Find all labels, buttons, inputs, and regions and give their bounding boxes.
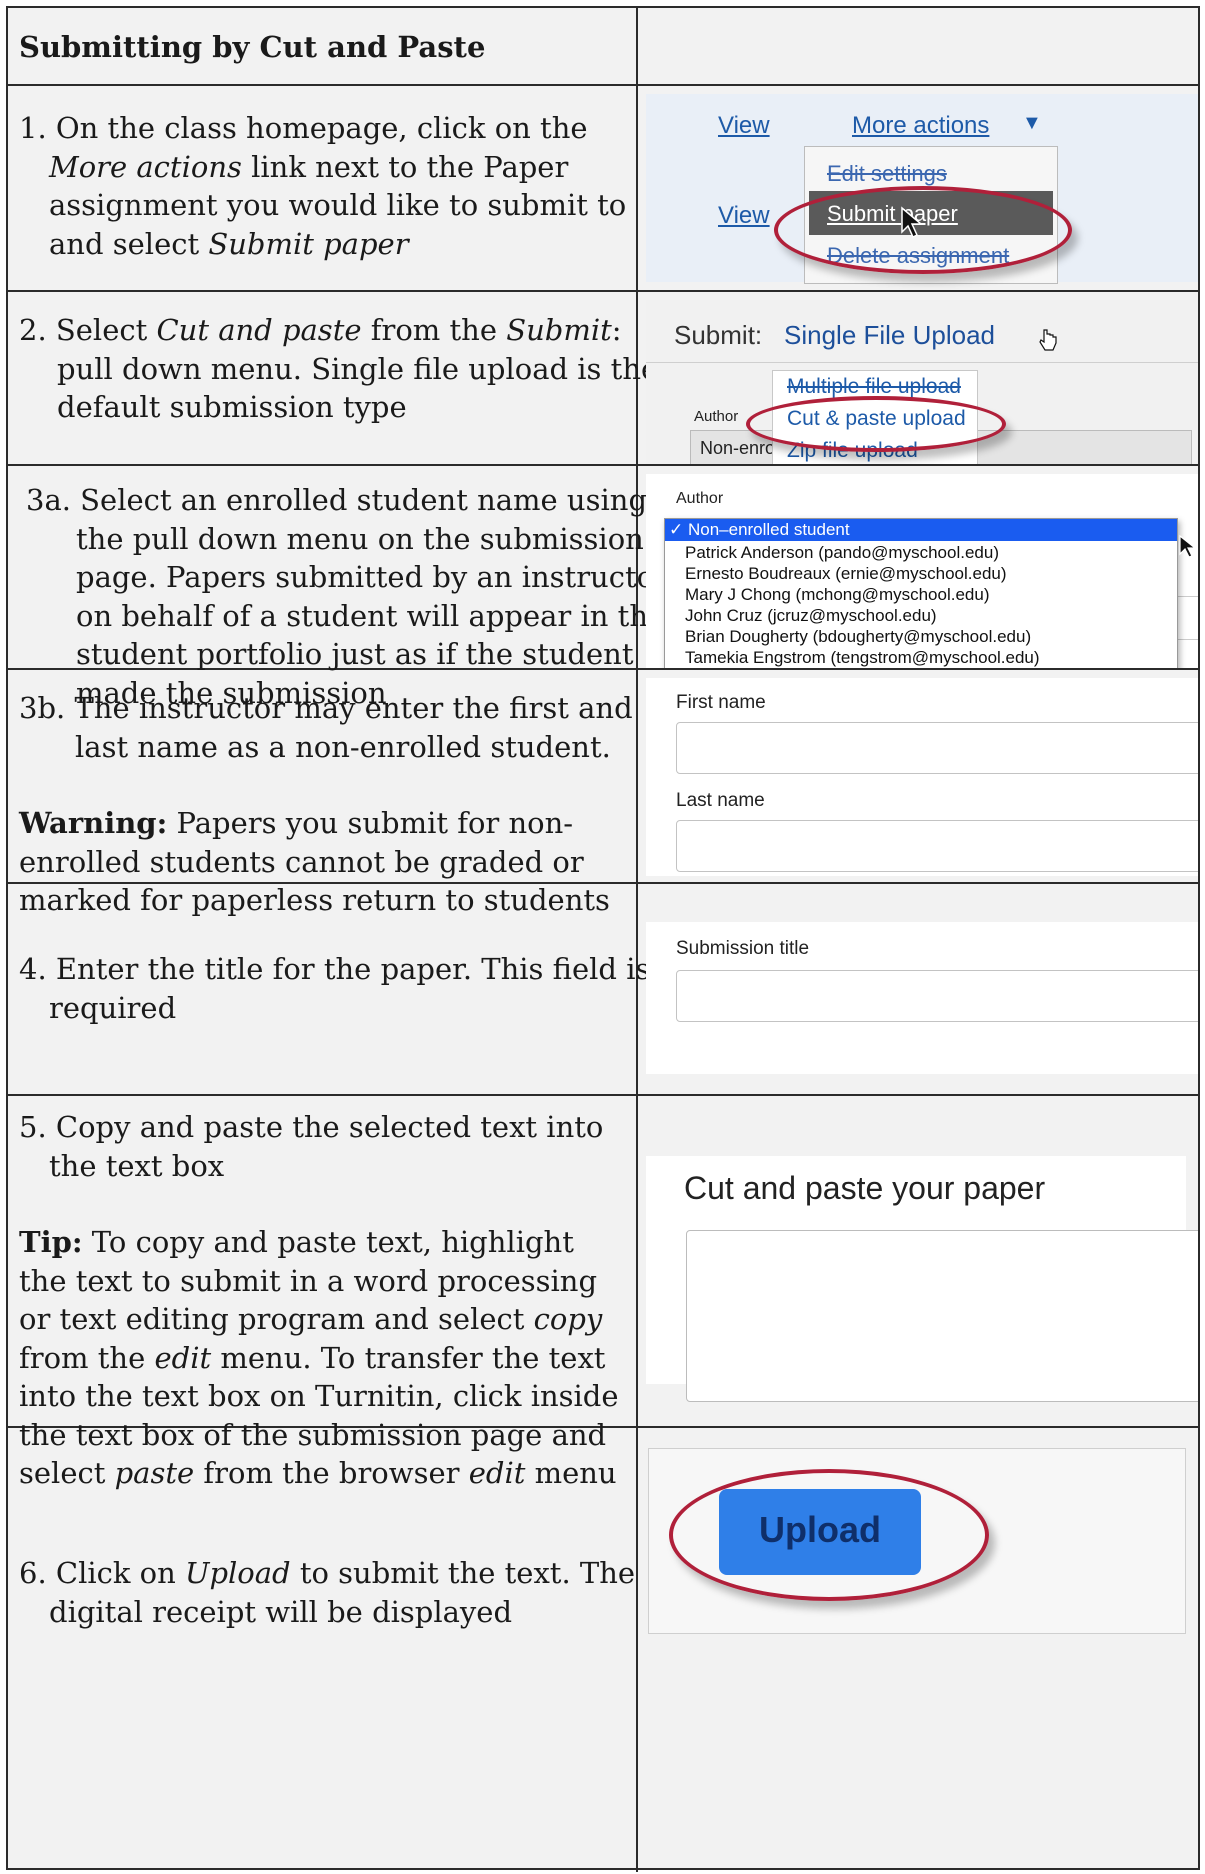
step5-text-cell: 5. Copy and paste the selected text into… <box>8 1096 638 1490</box>
option-student: Ernesto Boudreaux (ernie@myschool.edu) <box>685 564 1007 583</box>
view-link: View <box>718 112 770 139</box>
step5-row: 5. Copy and paste the selected text into… <box>8 1096 1198 1490</box>
step1-screenshot: View More actions ▼ View Edit settings S… <box>638 86 1198 290</box>
step4-row: 4. Enter the title for the paper. This f… <box>8 884 1198 1096</box>
caret-down-icon: ▼ <box>1022 112 1042 134</box>
submission-title-field <box>676 970 1198 1022</box>
step1-text-cell: 1. On the class homepage, click on the M… <box>8 86 638 290</box>
step6-text: 6. Click on Upload to submit the text. T… <box>19 1556 636 1629</box>
step4-text: 4. Enter the title for the paper. This f… <box>19 952 651 1025</box>
highlight-ring <box>669 1469 989 1601</box>
step3a-row: 3a. Select an enrolled student name usin… <box>8 466 1198 710</box>
table-title: Submitting by Cut and Paste <box>19 30 486 64</box>
highlight-ring <box>746 396 1006 452</box>
menu-item-edit-settings: Edit settings <box>827 161 947 186</box>
last-name-field <box>676 820 1198 872</box>
step1-row: 1. On the class homepage, click on the M… <box>8 86 1198 292</box>
step6-text-cell: 6. Click on Upload to submit the text. T… <box>8 1428 638 1872</box>
step2-text: 2. Select Cut and paste from the Submit:… <box>19 313 659 424</box>
highlight-ring <box>774 186 1072 274</box>
step4-text-cell: 4. Enter the title for the paper. This f… <box>8 884 650 1094</box>
step3b-text-cell: 3b. The instructor may enter the first a… <box>8 670 638 917</box>
step3a-screenshot: Author ✓ Non–enrolled student Patrick An… <box>638 466 1198 668</box>
option-student: Patrick Anderson (pando@myschool.edu) <box>685 543 999 562</box>
author-dropdown: ✓ Non–enrolled student Patrick Anderson … <box>664 518 1178 668</box>
step1-text: 1. On the class homepage, click on the M… <box>19 111 627 261</box>
option-student: Tamekia Engstrom (tengstrom@myschool.edu… <box>685 648 1040 667</box>
author-label: Author <box>694 408 739 425</box>
cut-paste-heading: Cut and paste your paper <box>684 1170 1046 1206</box>
submission-title-label: Submission title <box>676 938 810 959</box>
submit-label: Submit: <box>674 320 763 350</box>
step5-screenshot: Cut and paste your paper <box>638 1096 1198 1426</box>
step2-screenshot: Submit: Single File Upload Author Non-en… <box>638 292 1198 464</box>
step5-text: 5. Copy and paste the selected text into… <box>19 1110 604 1183</box>
step3b-row: 3b. The instructor may enter the first a… <box>8 670 1198 917</box>
header-row: Submitting by Cut and Paste <box>8 8 1198 86</box>
header-cell: Submitting by Cut and Paste <box>8 8 638 84</box>
first-name-label: First name <box>676 692 766 713</box>
step6-screenshot: Upload <box>638 1428 1198 1872</box>
paper-text-area <box>686 1230 1198 1402</box>
step3b-screenshot: First name Last name <box>638 670 1198 882</box>
last-name-label: Last name <box>676 790 765 811</box>
more-actions-link: More actions <box>852 112 990 139</box>
option-student: John Cruz (jcruz@myschool.edu) <box>685 606 937 625</box>
step4-screenshot: Submission title <box>638 884 1198 1094</box>
option-non-enrolled: ✓ Non–enrolled student <box>669 520 850 539</box>
nonenrolled-field: Non-enrol <box>700 438 780 458</box>
step2-text-cell: 2. Select Cut and paste from the Submit:… <box>8 292 658 464</box>
step3b-text: 3b. The instructor may enter the first a… <box>19 691 633 764</box>
submit-type-value: Single File Upload <box>784 320 996 350</box>
step3a-text-cell: 3a. Select an enrolled student name usin… <box>8 466 668 710</box>
hand-cursor-icon <box>1039 329 1057 351</box>
option-student: Mary J Chong (mchong@myschool.edu) <box>685 585 990 604</box>
author-label: Author <box>676 490 724 507</box>
mouse-cursor-icon <box>1179 534 1196 558</box>
step2-row: 2. Select Cut and paste from the Submit:… <box>8 292 1198 466</box>
first-name-field <box>676 722 1198 774</box>
step6-row: 6. Click on Upload to submit the text. T… <box>8 1428 1198 1872</box>
view-link-2: View <box>718 202 770 229</box>
instruction-table: Submitting by Cut and Paste 1. On the cl… <box>6 6 1200 1872</box>
option-student: Brian Dougherty (bdougherty@myschool.edu… <box>685 627 1032 646</box>
header-empty-cell <box>638 8 1198 84</box>
